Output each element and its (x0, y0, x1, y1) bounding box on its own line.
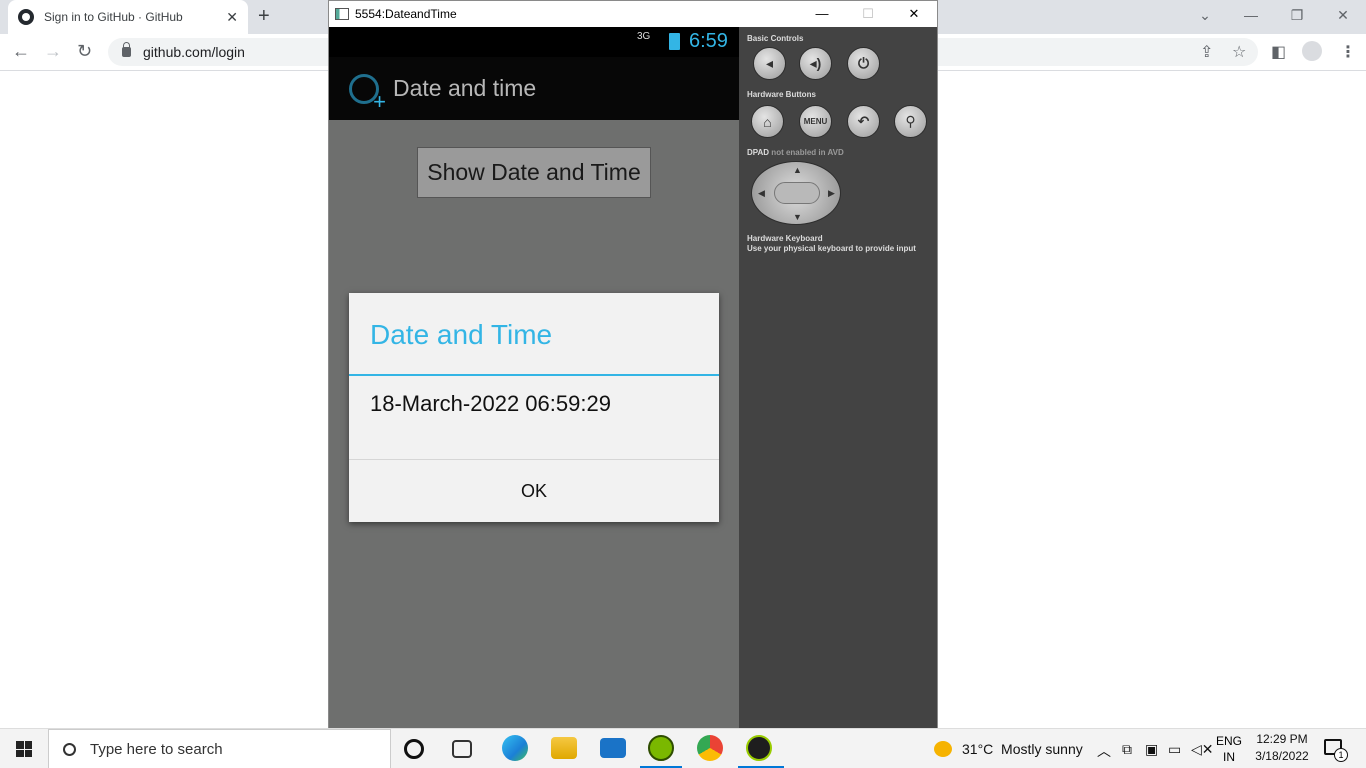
display-icon[interactable]: ▣ (1145, 741, 1158, 758)
side-panel-icon[interactable]: ◧ (1271, 42, 1286, 62)
new-tab-button[interactable]: + (258, 5, 270, 28)
taskbar-search-box[interactable]: Type here to search (48, 729, 391, 768)
language-indicator[interactable]: ENG IN (1216, 733, 1242, 765)
github-icon (18, 9, 34, 25)
system-clock[interactable]: 12:29 PM 3/18/2022 (1252, 731, 1312, 765)
edge-icon[interactable] (502, 735, 528, 761)
weather-icon (934, 741, 952, 757)
alarm-clock-icon (349, 73, 386, 115)
dpad-up-icon[interactable]: ▲ (793, 165, 802, 175)
volume-muted-icon[interactable]: ◁✕ (1191, 741, 1214, 758)
dpad-note: not enabled in AVD (769, 148, 844, 157)
dialog-title-divider (349, 374, 719, 376)
dpad-control[interactable]: ▲ ▼ ◀ ▶ (751, 161, 841, 225)
restore-button[interactable]: ❐ (1274, 0, 1320, 30)
clock-date: 3/18/2022 (1255, 749, 1309, 763)
windows-taskbar: Type here to search 31°C Mostly sunny ︿ … (0, 728, 1366, 768)
browser-window-controls: ⌄ — ❐ ✕ (1182, 0, 1366, 30)
power-icon[interactable]: ⏻ (847, 47, 880, 80)
clock-time: 12:29 PM (1256, 732, 1308, 746)
task-view-icon[interactable] (452, 740, 472, 758)
bookmark-star-icon[interactable]: ☆ (1232, 42, 1246, 62)
dpad-right-icon[interactable]: ▶ (828, 188, 835, 199)
menu-button[interactable]: MENU (799, 105, 832, 138)
dpad-center-button[interactable] (774, 182, 820, 204)
close-tab-icon[interactable]: ✕ (226, 9, 238, 26)
android-emulator-icon[interactable] (746, 735, 772, 761)
emulator-minimize-button[interactable]: — (799, 1, 845, 27)
keyboard-title: Hardware Keyboard (747, 234, 823, 243)
dpad-caption: DPAD not enabled in AVD (747, 148, 844, 157)
tab-github-login[interactable]: Sign in to GitHub · GitHub ✕ (8, 0, 248, 34)
back-icon-hw[interactable]: ↶ (847, 105, 880, 138)
dialog-title: Date and Time (370, 319, 553, 350)
emulator-close-button[interactable]: ✕ (891, 1, 937, 27)
language-code: ENG (1216, 734, 1243, 748)
file-explorer-icon[interactable] (551, 737, 577, 759)
show-hidden-icons[interactable]: ︿ (1097, 741, 1111, 761)
reload-icon[interactable]: ↻ (77, 41, 92, 62)
back-icon[interactable]: ← (12, 41, 30, 62)
dpad-label: DPAD (747, 148, 770, 157)
url-text: github.com/login (143, 44, 245, 60)
emulator-maximize-button[interactable]: ☐ (845, 1, 891, 27)
emulator-controls-panel: Basic Controls ◂ ◂) ⏻ Hardware Buttons ⌂… (739, 27, 937, 729)
more-menu-icon[interactable]: ⋮ (1340, 42, 1356, 62)
lock-icon (122, 42, 131, 57)
dialog-message: 18-March-2022 06:59:29 (370, 391, 611, 416)
emulator-app-icon (335, 8, 349, 20)
windows-logo-icon (16, 741, 32, 757)
chrome-icon[interactable] (697, 735, 723, 761)
search-icon (63, 742, 76, 756)
cortana-icon[interactable] (404, 739, 424, 759)
tab-title: Sign in to GitHub · GitHub (44, 10, 183, 24)
weather-text[interactable]: 31°C Mostly sunny (962, 741, 1083, 757)
basic-controls-label: Basic Controls (747, 34, 804, 43)
close-button[interactable]: ✕ (1320, 0, 1366, 30)
dpad-left-icon[interactable]: ◀ (758, 188, 765, 199)
network-icon[interactable]: ⧉ (1122, 741, 1132, 758)
tab-search-icon[interactable]: ⌄ (1182, 0, 1228, 30)
search-placeholder: Type here to search (90, 740, 223, 758)
notification-count-badge: 1 (1334, 748, 1348, 762)
battery-icon (669, 33, 680, 50)
status-clock: 6:59 (689, 30, 728, 52)
emulator-title-bar: 5554:DateandTime — ☐ ✕ (329, 1, 937, 27)
dpad-down-icon[interactable]: ▼ (793, 212, 802, 222)
device-icon[interactable]: ▭ (1168, 741, 1181, 758)
android-status-bar: 3G 6:59 (329, 27, 739, 57)
signal-icon: 3G (637, 31, 651, 42)
forward-icon[interactable]: → (44, 41, 62, 62)
search-icon-hw[interactable]: ⚲ (894, 105, 927, 138)
share-icon[interactable]: ⇪ (1200, 42, 1213, 62)
home-icon[interactable]: ⌂ (751, 105, 784, 138)
minimize-button[interactable]: — (1228, 0, 1274, 30)
app-action-bar: Date and time (329, 57, 739, 120)
app-title: Date and time (393, 75, 537, 101)
volume-down-icon[interactable]: ◂ (753, 47, 786, 80)
keyboard-note: Use your physical keyboard to provide in… (747, 244, 916, 253)
mail-icon[interactable] (600, 738, 626, 758)
region-code: IN (1223, 750, 1235, 764)
emulator-window: 5554:DateandTime — ☐ ✕ 3G 6:59 Date and … (328, 0, 938, 729)
dialog-ok-button[interactable]: OK (349, 460, 719, 522)
date-time-dialog: Date and Time 18-March-2022 06:59:29 OK (349, 293, 719, 522)
device-screen: 3G 6:59 Date and time Show Date and Time… (329, 27, 739, 729)
emulator-window-title: 5554:DateandTime (355, 7, 457, 21)
volume-up-icon[interactable]: ◂) (799, 47, 832, 80)
start-button[interactable] (0, 729, 48, 768)
code-editor-icon[interactable] (648, 735, 674, 761)
profile-avatar[interactable] (1302, 41, 1322, 61)
hardware-buttons-label: Hardware Buttons (747, 90, 816, 99)
show-date-time-button[interactable]: Show Date and Time (417, 147, 651, 198)
